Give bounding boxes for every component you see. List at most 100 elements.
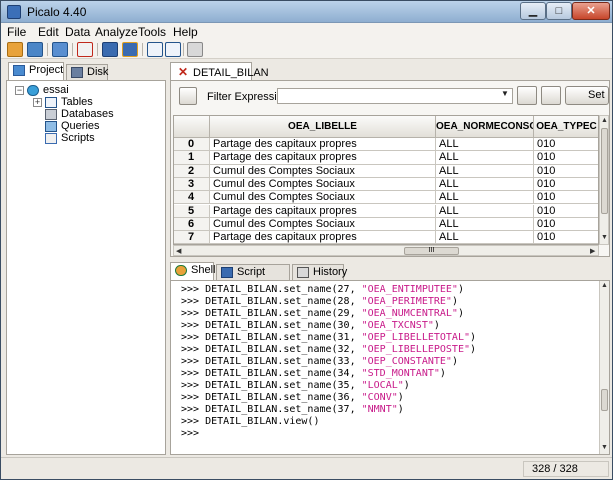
- table-cell[interactable]: Partage des capitaux propres: [210, 151, 436, 165]
- table-view-icon[interactable]: [147, 42, 163, 57]
- column-header[interactable]: OEA_TYPEC: [534, 116, 598, 138]
- maximize-button[interactable]: □: [546, 2, 572, 20]
- shell-console[interactable]: >>> DETAIL_BILAN.set_name(27, "OEA_ENTIM…: [170, 280, 610, 455]
- menu-file[interactable]: File: [7, 25, 26, 39]
- split-view-icon[interactable]: [165, 42, 181, 57]
- scroll-up-icon[interactable]: ▲: [601, 282, 608, 289]
- table-row[interactable]: 3 Cumul des Comptes Sociaux ALL 010: [174, 177, 598, 192]
- tab-shell[interactable]: Shell: [170, 262, 215, 280]
- tab-script-output[interactable]: Script Output: [216, 264, 290, 293]
- close-button[interactable]: ✕: [572, 2, 610, 20]
- tab-detail-bilan[interactable]: ✕ DETAIL_BILAN: [170, 62, 269, 81]
- table-cell[interactable]: 010: [534, 178, 598, 192]
- chevron-down-icon[interactable]: ▼: [501, 89, 509, 98]
- scrollbar-thumb[interactable]: [601, 389, 608, 411]
- queries-icon: [45, 121, 57, 132]
- tab-disk-label: Disk: [87, 66, 109, 78]
- close-file-icon[interactable]: [77, 42, 93, 57]
- grid-vertical-scrollbar[interactable]: ▲ ▼: [599, 115, 609, 245]
- table-cell[interactable]: ALL: [436, 138, 534, 152]
- table-cell[interactable]: Partage des capitaux propres: [210, 138, 436, 152]
- table-row[interactable]: 7 Partage des capitaux propres ALL 010: [174, 231, 598, 244]
- tab-project[interactable]: Project: [8, 62, 64, 80]
- table-cell[interactable]: 010: [534, 151, 598, 165]
- tab-disk[interactable]: Disk: [66, 64, 108, 80]
- table-row[interactable]: 0 Partage des capitaux propres ALL 010: [174, 138, 598, 152]
- table-cell[interactable]: ALL: [436, 231, 534, 244]
- table-row[interactable]: 2 Cumul des Comptes Sociaux ALL 010: [174, 164, 598, 178]
- row-number-header: [174, 116, 210, 138]
- close-tab-icon[interactable]: ✕: [178, 65, 188, 79]
- table-row[interactable]: 5 Partage des capitaux propres ALL 010: [174, 204, 598, 218]
- toolbar-separator: [72, 43, 73, 56]
- menu-edit[interactable]: Edit: [38, 25, 59, 39]
- table-cell[interactable]: Cumul des Comptes Sociaux: [210, 217, 436, 232]
- project-root-icon: [27, 85, 39, 96]
- grid-horizontal-scrollbar[interactable]: ◀ III ▶: [173, 245, 599, 256]
- shell-scrollbar[interactable]: ▲ ▼: [599, 281, 609, 454]
- shell-line: >>> DETAIL_BILAN.set_name(29, "OEA_NUMCE…: [181, 308, 464, 319]
- table-cell[interactable]: 010: [534, 218, 598, 232]
- window-title: Picalo 4.40: [27, 5, 87, 19]
- open-icon[interactable]: [52, 42, 68, 57]
- table-cell[interactable]: Cumul des Comptes Sociaux: [210, 164, 436, 178]
- save-as-icon[interactable]: [122, 42, 138, 57]
- scroll-down-icon[interactable]: ▼: [601, 444, 608, 451]
- column-header[interactable]: OEA_NORMECONSO: [436, 116, 534, 138]
- table-row[interactable]: 6 Cumul des Comptes Sociaux ALL 010: [174, 217, 598, 232]
- row-number: 1: [174, 151, 210, 165]
- table-cell[interactable]: ALL: [436, 151, 534, 165]
- table-cell[interactable]: ALL: [436, 204, 534, 218]
- table-cell[interactable]: ALL: [436, 164, 534, 178]
- table-cell[interactable]: 010: [534, 231, 598, 244]
- tab-history[interactable]: History: [292, 264, 347, 280]
- table-cell[interactable]: Partage des capitaux propres: [210, 204, 436, 218]
- column-header[interactable]: OEA_LIBELLE: [210, 116, 436, 138]
- scroll-up-icon[interactable]: ▲: [601, 117, 608, 124]
- tab-project-label: Project: [29, 64, 64, 76]
- table-cell[interactable]: ALL: [436, 191, 534, 205]
- menu-help[interactable]: Help: [173, 25, 198, 39]
- shell-line: >>> DETAIL_BILAN.set_name(30, "OEA_TXCNS…: [181, 320, 440, 331]
- tables-icon: [45, 97, 57, 108]
- row-number: 6: [174, 217, 210, 232]
- table-cell[interactable]: 010: [534, 138, 598, 152]
- shell-panel: Shell Script Output History >>> DETAIL_B…: [170, 262, 610, 455]
- minimize-button[interactable]: ▁: [520, 2, 546, 20]
- set-filter-button[interactable]: Set: [565, 86, 609, 105]
- scrollbar-thumb[interactable]: III: [404, 247, 459, 255]
- scroll-left-icon[interactable]: ◀: [176, 247, 181, 255]
- collapse-icon[interactable]: −: [15, 86, 24, 95]
- new-folder-icon[interactable]: [7, 42, 23, 57]
- table-row[interactable]: 4 Cumul des Comptes Sociaux ALL 010: [174, 191, 598, 205]
- expand-icon[interactable]: +: [33, 98, 42, 107]
- scrollbar-thumb[interactable]: [601, 128, 608, 214]
- table-cell[interactable]: ALL: [436, 217, 534, 232]
- filter-expression-input[interactable]: [277, 88, 513, 104]
- scroll-down-icon[interactable]: ▼: [601, 234, 608, 241]
- shell-line: >>> DETAIL_BILAN.set_name(31, "OEP_LIBEL…: [181, 332, 477, 343]
- table-cell[interactable]: 010: [534, 205, 598, 218]
- filter-apply-icon[interactable]: [541, 86, 561, 105]
- table-cell[interactable]: Partage des capitaux propres: [210, 231, 436, 244]
- tab-detail-bilan-label: DETAIL_BILAN: [193, 67, 269, 79]
- table-cell[interactable]: Cumul des Comptes Sociaux: [210, 191, 436, 205]
- title-bar[interactable]: Picalo 4.40 ▁ □ ✕: [1, 1, 612, 23]
- save-icon[interactable]: [102, 42, 118, 57]
- tools-icon[interactable]: [187, 42, 203, 57]
- edit-filter-icon[interactable]: [179, 87, 197, 105]
- history-icon: [297, 267, 309, 278]
- menu-analyze[interactable]: Analyze: [95, 25, 138, 39]
- table-row[interactable]: 1 Partage des capitaux propres ALL 010: [174, 151, 598, 165]
- toolbar-separator: [97, 43, 98, 56]
- table-cell[interactable]: ALL: [436, 177, 534, 192]
- table-cell[interactable]: 010: [534, 165, 598, 178]
- open-folder-icon[interactable]: [27, 42, 43, 57]
- menu-data[interactable]: Data: [65, 25, 90, 39]
- table-cell[interactable]: Cumul des Comptes Sociaux: [210, 177, 436, 192]
- table-cell[interactable]: 010: [534, 191, 598, 205]
- filter-wizard-icon[interactable]: [517, 86, 537, 105]
- menu-tools[interactable]: Tools: [138, 25, 166, 39]
- shell-prompt[interactable]: >>>: [181, 428, 199, 440]
- scroll-right-icon[interactable]: ▶: [590, 247, 595, 255]
